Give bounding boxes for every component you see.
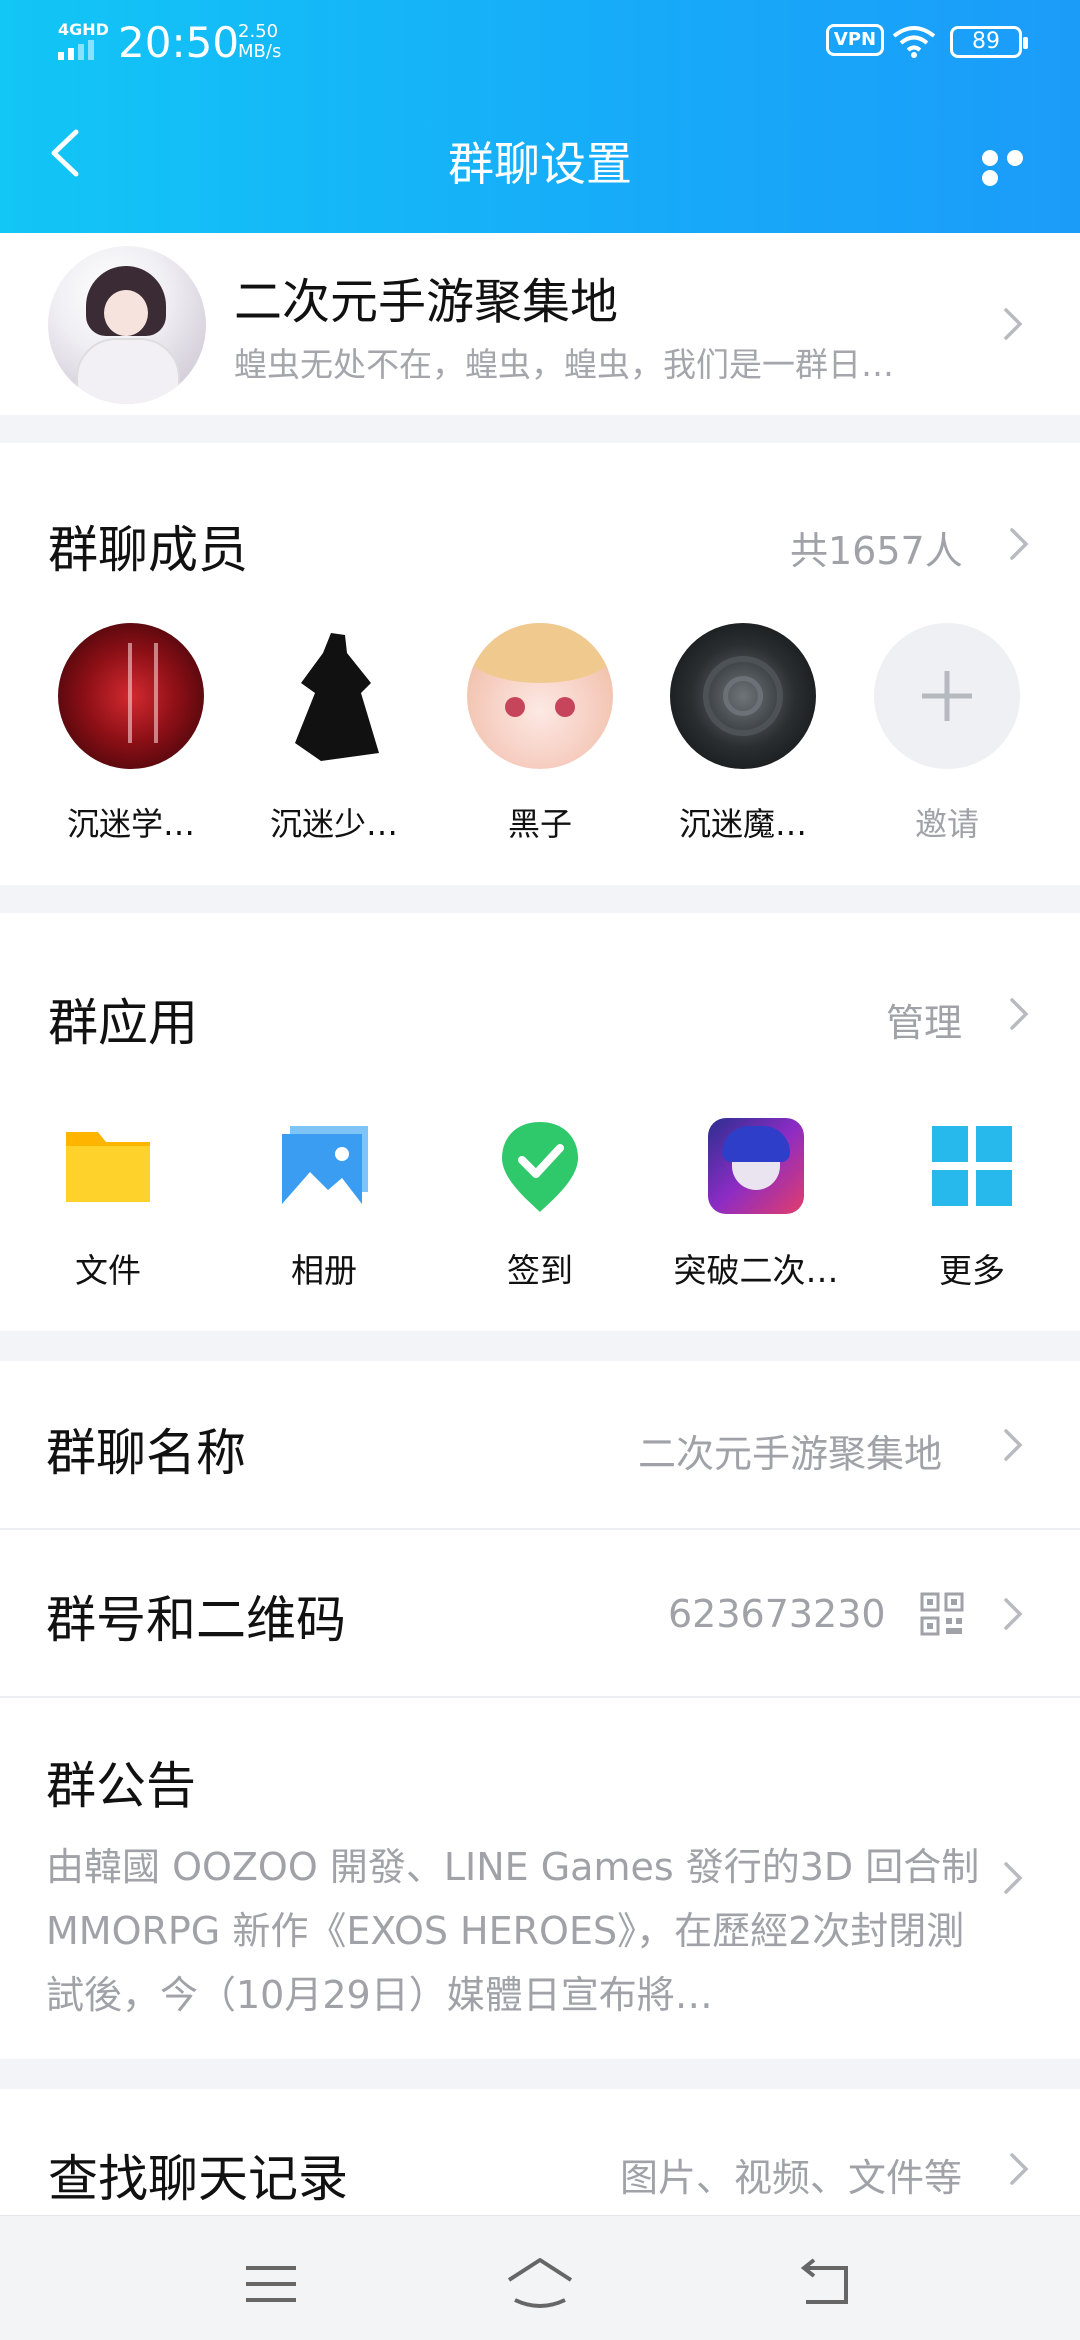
invite-button[interactable]: 邀请 — [872, 623, 1022, 845]
apps-manage[interactable]: 管理 — [886, 992, 962, 1047]
group-id-row[interactable]: 群号和二维码 623673230 — [0, 1530, 1080, 1696]
member-name: 沉迷魔… — [678, 805, 807, 843]
app-header: 4GHD 20:50 2.50 MB/s VPN 89 群聊设置 — [0, 0, 1080, 233]
signal-icon — [58, 40, 94, 60]
app-check-in[interactable]: 签到 — [450, 1118, 630, 1292]
net-speed-unit: MB/s — [238, 41, 282, 62]
home-icon[interactable] — [505, 2254, 575, 2314]
notice-text: 由韓國 OOZOO 開發、LINE Games 發行的3D 回合制 MMORPG… — [46, 1845, 980, 2017]
chevron-right-icon — [1008, 996, 1030, 1032]
net-speed: 2.50 MB/s — [238, 22, 281, 62]
group-name-label: 群聊名称 — [46, 1424, 246, 1482]
more-dots-icon — [982, 150, 998, 166]
clock: 20:50 — [118, 18, 240, 67]
notice-label: 群公告 — [46, 1757, 196, 1815]
chevron-right-icon — [1002, 306, 1024, 342]
member-item[interactable]: 沉迷魔… — [668, 623, 818, 845]
app-game[interactable]: 突破二次… — [666, 1118, 846, 1292]
member-avatar — [670, 623, 816, 769]
avatar-face — [104, 290, 148, 336]
wifi-icon — [892, 26, 936, 58]
chevron-right-icon — [1008, 2151, 1030, 2187]
group-name: 二次元手游聚集地 — [234, 274, 619, 330]
group-id-value: 623673230 — [668, 1592, 886, 1636]
app-label: 相册 — [291, 1251, 357, 1290]
network-indicator: 4GHD — [58, 20, 109, 39]
silhouette-figure — [295, 633, 379, 761]
status-bar: 4GHD 20:50 2.50 MB/s VPN 89 — [0, 0, 1080, 80]
battery-indicator: 89 — [950, 26, 1028, 58]
grid-more-icon — [924, 1118, 1020, 1214]
app-label: 突破二次… — [673, 1251, 839, 1290]
more-dot — [982, 170, 998, 186]
group-id-label: 群号和二维码 — [46, 1591, 346, 1649]
more-dot — [1007, 150, 1023, 166]
search-history-row[interactable]: 查找聊天记录 图片、视频、文件等 — [0, 2089, 1080, 2215]
avatar-dress — [76, 338, 180, 404]
chevron-right-icon — [1002, 1427, 1024, 1463]
members-title: 群聊成员 — [48, 521, 248, 579]
app-label: 更多 — [939, 1251, 1005, 1290]
system-nav-bar — [0, 2215, 1080, 2340]
member-item[interactable]: 黑子 — [465, 623, 615, 845]
plus-icon — [874, 623, 1020, 769]
menu-icon[interactable] — [236, 2254, 306, 2314]
chevron-right-icon — [1008, 526, 1030, 562]
member-avatar — [58, 623, 204, 769]
chevron-right-icon — [1002, 1860, 1024, 1896]
group-description: 蝗虫无处不在，蝗虫，蝗虫，我们是一群日… — [234, 345, 894, 384]
app-more[interactable]: 更多 — [882, 1118, 1062, 1292]
page-title: 群聊设置 — [448, 137, 632, 191]
app-label: 签到 — [507, 1251, 573, 1290]
net-speed-value: 2.50 — [238, 21, 279, 42]
check-in-icon — [492, 1118, 588, 1214]
back-icon[interactable] — [788, 2254, 858, 2314]
member-item[interactable]: 沉迷少… — [259, 623, 409, 845]
member-name: 沉迷少… — [269, 805, 398, 843]
invite-label: 邀请 — [914, 805, 979, 843]
apps-title: 群应用 — [48, 994, 198, 1052]
app-label: 文件 — [75, 1251, 141, 1290]
game-app-icon — [708, 1118, 804, 1214]
app-album[interactable]: 相册 — [234, 1118, 414, 1292]
group-name-value: 二次元手游聚集地 — [638, 1432, 943, 1476]
group-avatar[interactable] — [48, 246, 206, 404]
member-avatar — [467, 623, 613, 769]
member-count[interactable]: 共1657人 — [790, 520, 963, 575]
qr-code-icon — [920, 1592, 964, 1636]
member-name: 黑子 — [507, 805, 572, 843]
member-item[interactable]: 沉迷学… — [56, 623, 206, 845]
search-history-label: 查找聊天记录 — [48, 2150, 348, 2208]
member-name: 沉迷学… — [66, 805, 195, 843]
more-menu-button[interactable] — [982, 150, 1052, 186]
chevron-right-icon — [1002, 1596, 1024, 1632]
vpn-badge: VPN — [826, 24, 884, 56]
app-files[interactable]: 文件 — [18, 1118, 198, 1292]
search-history-hint: 图片、视频、文件等 — [620, 2156, 963, 2200]
group-name-row[interactable]: 群聊名称 二次元手游聚集地 — [0, 1361, 1080, 1529]
photo-album-icon — [276, 1118, 372, 1214]
member-avatar — [261, 623, 407, 769]
folder-icon — [60, 1118, 156, 1214]
